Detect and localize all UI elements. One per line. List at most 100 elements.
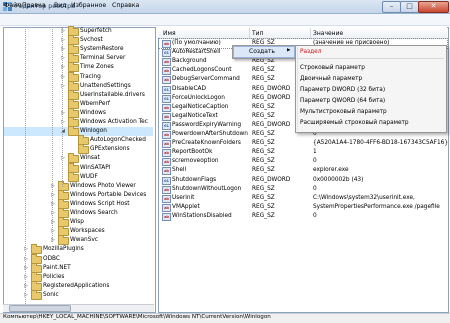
tree-item[interactable]: ▷ Svchost bbox=[4, 35, 153, 46]
tree-item[interactable]: ▷ Workspaces bbox=[4, 226, 153, 237]
value-type: REG_SZ bbox=[252, 67, 275, 74]
tree-item[interactable]: ▷ Windows Portable Devices bbox=[4, 189, 153, 200]
tree-item[interactable]: ▷ Terminal Server bbox=[4, 53, 153, 64]
value-name: PreCreateKnownFolders bbox=[172, 140, 241, 147]
submenu-item[interactable]: Двоичный параметр bbox=[300, 76, 362, 82]
value-row[interactable]: ab ShutdownWithoutLogon REG_SZ 0 bbox=[159, 185, 447, 194]
tree-guide-line bbox=[52, 27, 53, 242]
tree-item[interactable]: ▷ Windows bbox=[4, 107, 153, 118]
tree-item[interactable]: ▷ ODBC bbox=[4, 253, 153, 264]
value-name: CachedLogonsCount bbox=[172, 67, 232, 74]
column-divider[interactable] bbox=[310, 28, 311, 38]
value-row[interactable]: ab VMApplet REG_SZ SystemPropertiesPerforma… bbox=[159, 203, 447, 212]
tree-item-label: Winsat bbox=[80, 155, 100, 162]
value-data: C:\Windows\system32\userinit.exe, bbox=[313, 194, 415, 201]
tree-item-label: Userinstallable.drivers bbox=[80, 91, 145, 98]
value-row[interactable]: ab ReportBootOk REG_SZ 1 bbox=[159, 148, 447, 158]
value-type: REG_SZ bbox=[252, 149, 275, 156]
tree-item[interactable]: ▷ Windows Search bbox=[4, 208, 153, 218]
string-value-icon: ab bbox=[162, 40, 171, 48]
menu-favorites[interactable]: Избранное bbox=[71, 2, 106, 9]
column-name-header[interactable]: Имя bbox=[163, 30, 176, 37]
tree-item[interactable]: ▷ Wisp bbox=[4, 217, 153, 228]
menu-edit[interactable]: Правка bbox=[22, 2, 46, 9]
tree-item[interactable]: GPExtensions bbox=[4, 144, 153, 155]
tree-item[interactable]: ▷ Superfetch bbox=[4, 26, 153, 36]
tree-item-label: SystemRestore bbox=[80, 46, 124, 53]
tree-item-label: Winlogon bbox=[80, 128, 107, 135]
tree-item[interactable]: WbemPerf bbox=[4, 98, 153, 109]
tree-item[interactable]: ▷ Windows Script Host bbox=[4, 198, 153, 209]
tree-item[interactable]: ▷ Sonic bbox=[4, 289, 153, 300]
value-name: DebugServerCommand bbox=[172, 76, 240, 83]
tree-item-label: Wisp bbox=[70, 219, 84, 226]
value-name: ReportBootOk bbox=[172, 149, 213, 156]
value-row[interactable]: 01 ShutdownFlags REG_DWORD 0x0000002b (43) bbox=[159, 176, 447, 185]
menu-help[interactable]: Справка bbox=[112, 2, 139, 9]
value-row[interactable]: ab Shell REG_SZ explorer.exe bbox=[159, 166, 447, 176]
column-divider[interactable] bbox=[249, 28, 250, 38]
value-name: WinStationsDisabled bbox=[172, 212, 232, 219]
tree-item[interactable]: ▷ UnattendSettings bbox=[4, 80, 153, 91]
submenu-item[interactable]: Строковый параметр bbox=[300, 65, 365, 71]
tree-item-label: WbemPerf bbox=[80, 100, 110, 107]
tree-item[interactable]: Userinstallable.drivers bbox=[4, 89, 153, 100]
string-value-icon: ab bbox=[162, 158, 171, 167]
menu-view[interactable]: Вид bbox=[54, 2, 67, 9]
tree-item[interactable]: ▷ Time Zones bbox=[4, 62, 153, 73]
tree-item[interactable]: WUDF bbox=[4, 171, 153, 182]
tree-item[interactable]: ▷ Windows Activation Tec bbox=[4, 117, 153, 127]
submenu-item[interactable]: Раздел bbox=[300, 49, 321, 55]
value-type: REG_DWORD bbox=[252, 94, 291, 101]
list-header bbox=[158, 27, 447, 39]
tree-item[interactable]: ▷ Tracing bbox=[4, 71, 153, 82]
value-name: AutoRestartShell bbox=[172, 49, 221, 56]
folder-icon bbox=[68, 171, 79, 182]
submenu-item[interactable]: Параметр QWORD (64 бита) bbox=[300, 98, 385, 104]
value-row[interactable]: ab Userinit REG_SZ C:\Windows\system32\user… bbox=[159, 194, 447, 203]
value-name: ShutdownFlags bbox=[172, 176, 217, 183]
tree-item[interactable]: WinSATAPI bbox=[4, 162, 153, 173]
tree-item-label: Windows Photo Viewer bbox=[70, 182, 136, 189]
submenu-item[interactable]: Расширяемый строковый параметр bbox=[300, 120, 409, 126]
value-data: 1 bbox=[313, 149, 317, 156]
tree-item[interactable]: ▷ Windows Photo Viewer bbox=[4, 180, 153, 191]
submenu-item[interactable]: Мультистроковый параметр bbox=[300, 109, 387, 115]
tree-item-label: WwanSvc bbox=[70, 237, 98, 244]
tree-item[interactable]: ▷ MozillaPlugins bbox=[4, 244, 153, 255]
close-button[interactable]: ✕ bbox=[418, 1, 449, 13]
menu-file[interactable]: Файл bbox=[4, 2, 21, 9]
tree-item-label: GPExtensions bbox=[90, 146, 130, 153]
value-data: explorer.exe bbox=[313, 167, 349, 174]
submenu-arrow-icon: ▶ bbox=[287, 48, 291, 53]
binary-value-icon: 01 bbox=[162, 85, 171, 94]
value-data: SystemPropertiesPerformance.exe /pagefil… bbox=[313, 203, 440, 210]
tree-item-label: Policies bbox=[43, 273, 65, 280]
tree-item[interactable]: ▷ SystemRestore bbox=[4, 44, 153, 55]
submenu-item[interactable]: Параметр DWORD (32 бита) bbox=[300, 87, 385, 93]
menu-bar bbox=[0, 14, 450, 26]
tree-item[interactable]: ▷ Winsat bbox=[4, 153, 153, 164]
value-type: REG_SZ bbox=[252, 185, 275, 192]
folder-icon bbox=[58, 235, 69, 246]
tree-item-label: AutoLogonChecked bbox=[90, 137, 146, 144]
tree-item[interactable]: ▷ RegisteredApplications bbox=[4, 280, 153, 291]
column-value-header[interactable]: Значение bbox=[313, 30, 343, 37]
value-name: Shell bbox=[172, 167, 187, 174]
tree-item[interactable]: ▷ WwanSvc bbox=[4, 235, 153, 246]
value-row[interactable]: ab scremoveoption REG_SZ 0 bbox=[159, 157, 447, 167]
value-row[interactable]: ab WinStationsDisabled REG_SZ 0 bbox=[159, 212, 447, 221]
value-row[interactable]: ab PreCreateKnownFolders REG_SZ {A520A1A4-1… bbox=[159, 139, 448, 149]
column-type-header[interactable]: Тип bbox=[252, 30, 264, 37]
value-type: REG_SZ bbox=[252, 167, 275, 174]
tree-item-label: Windows Activation Tec bbox=[80, 119, 148, 125]
tree-item[interactable]: ▷ Paint.NET bbox=[4, 262, 153, 273]
tree-item-label: RegisteredApplications bbox=[43, 282, 110, 289]
tree-item-label: Sonic bbox=[43, 291, 59, 298]
tree-item-label: Superfetch bbox=[80, 28, 112, 34]
tree-item-label: Terminal Server bbox=[80, 55, 126, 62]
minimize-button[interactable]: – bbox=[382, 1, 401, 13]
maximize-button[interactable]: □ bbox=[400, 1, 419, 13]
tree-scroll-thumb[interactable] bbox=[9, 305, 71, 312]
tree-item[interactable]: ▷ Policies bbox=[4, 271, 153, 282]
